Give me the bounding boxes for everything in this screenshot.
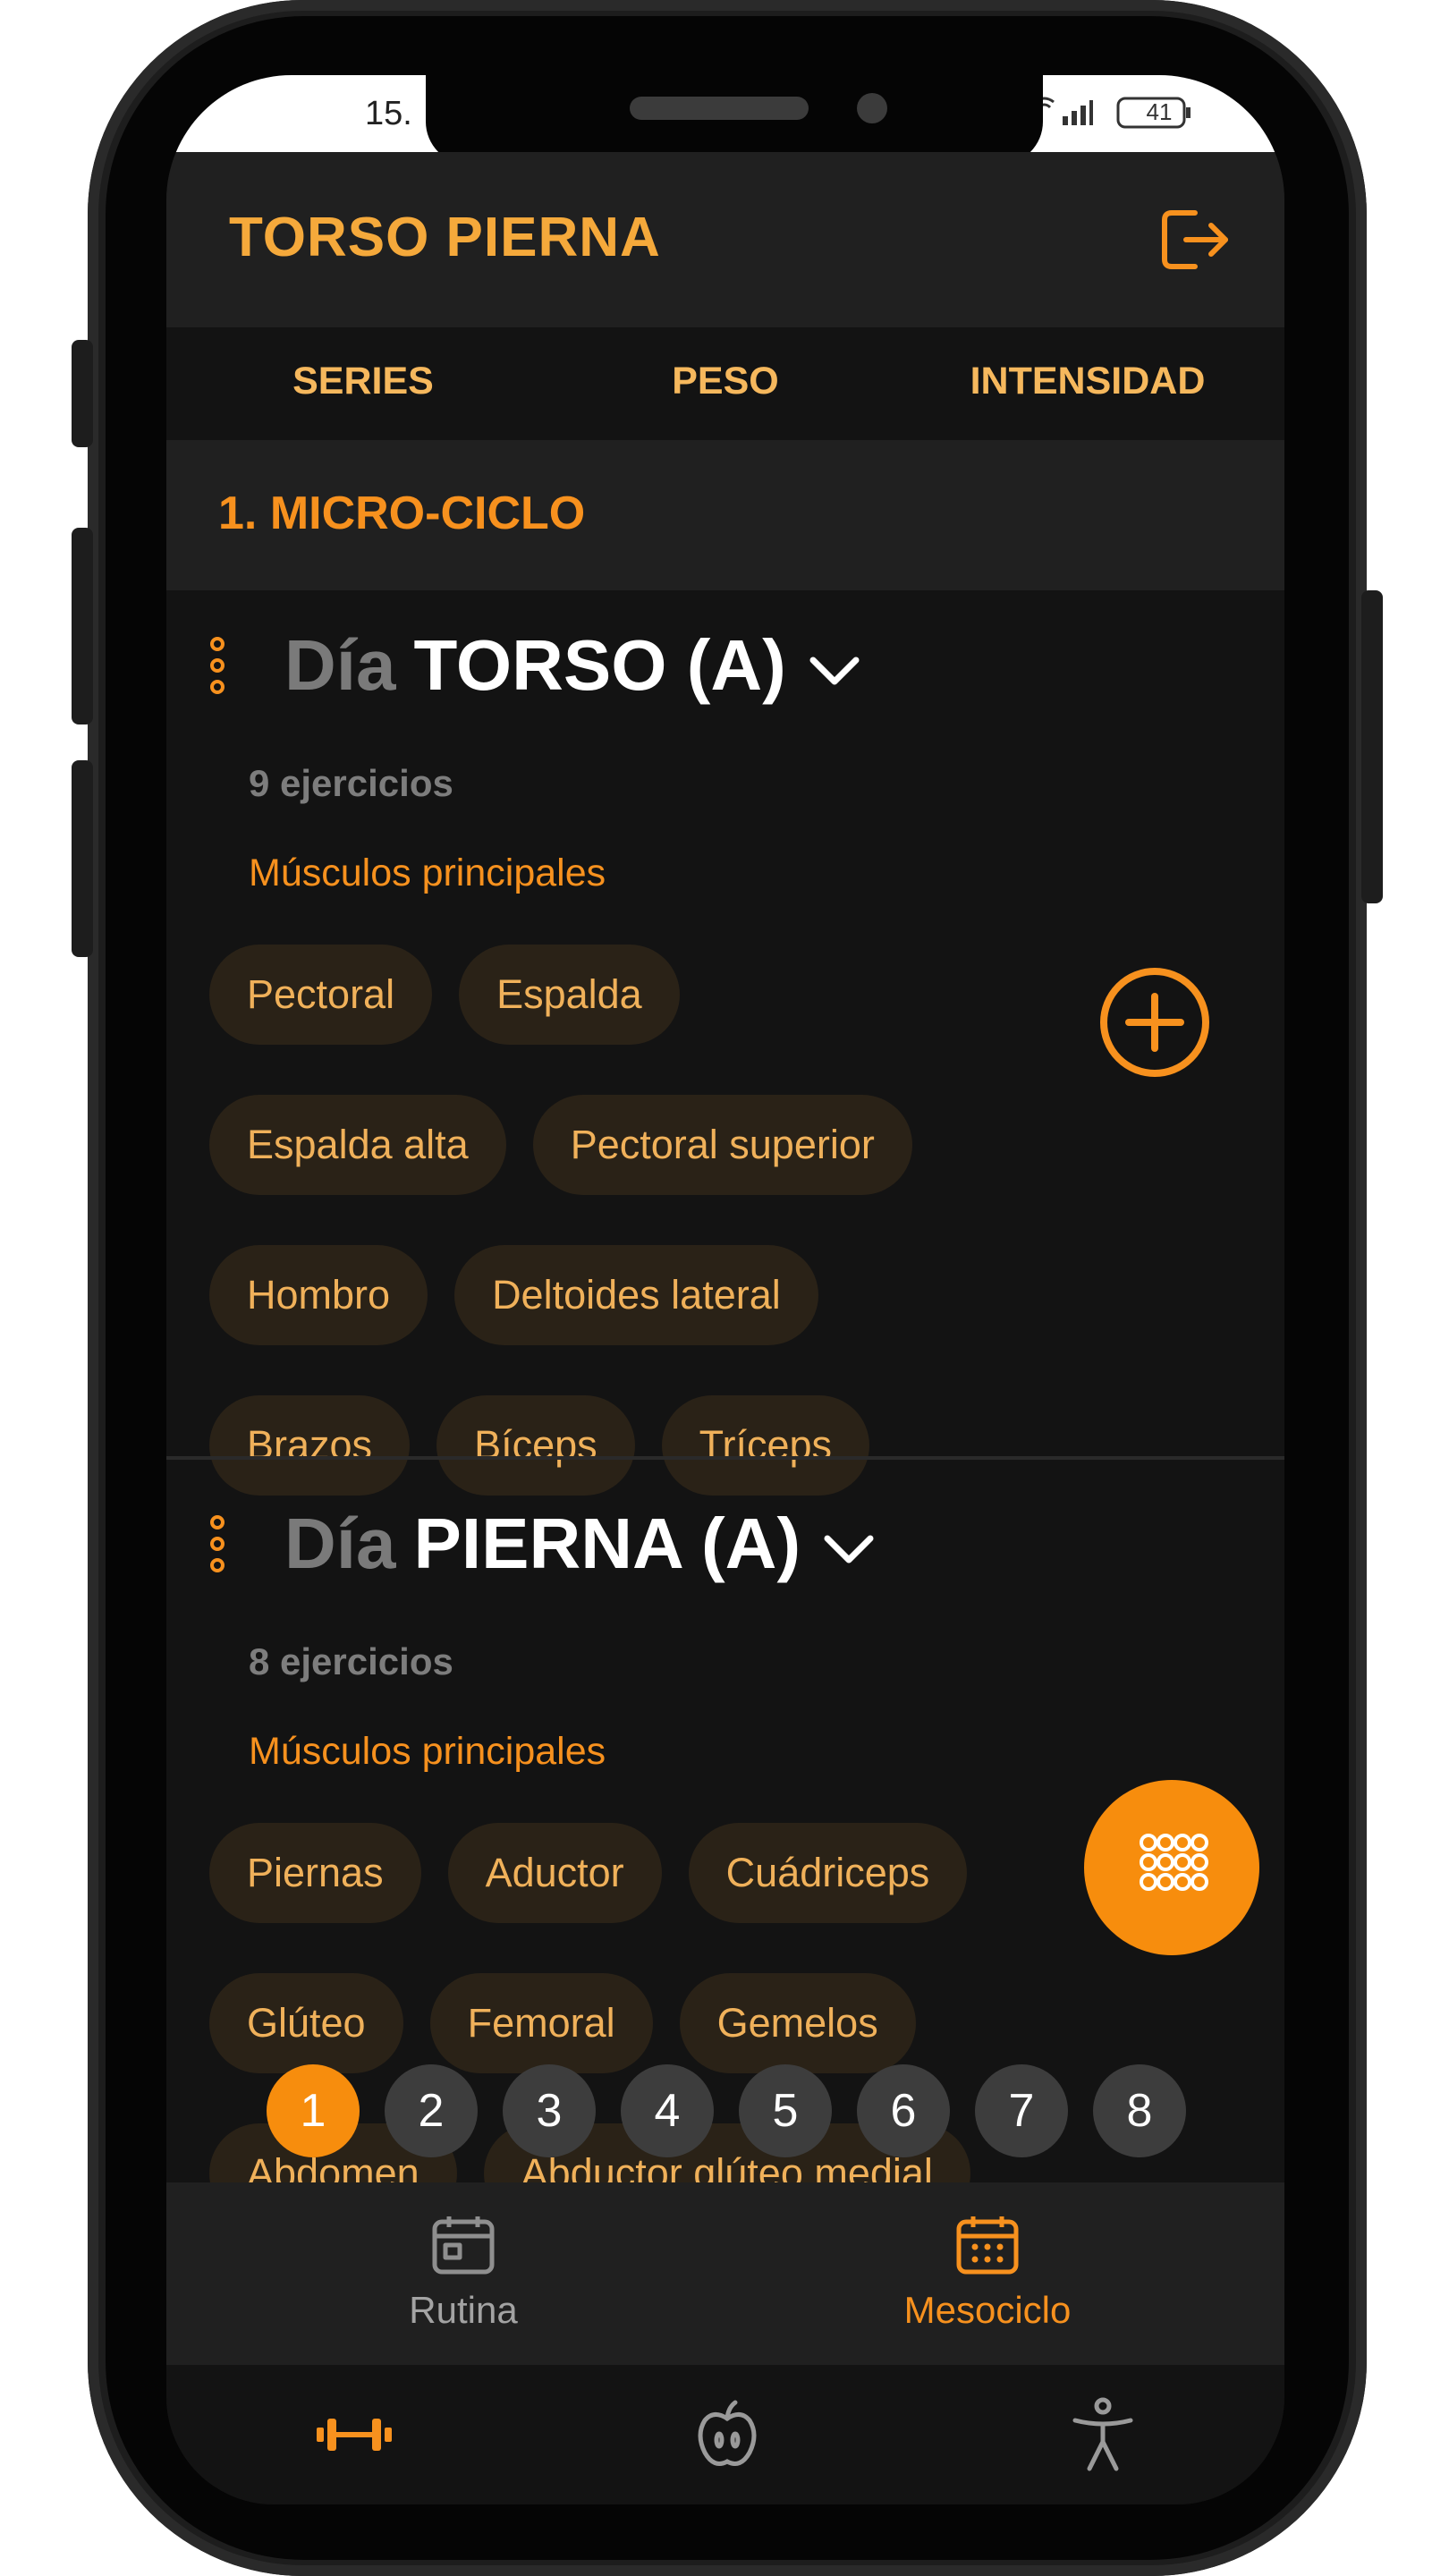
page-title: TORSO PIERNA [229, 207, 661, 268]
page-button[interactable]: 1 [267, 2064, 360, 2157]
sub-navigation: Rutina Mesociclo [166, 2182, 1284, 2365]
section-divider [166, 1456, 1284, 1460]
muscle-chip: Bíceps [436, 1395, 635, 1496]
page-button[interactable]: 5 [739, 2064, 832, 2157]
tab-series[interactable]: SERIES [184, 360, 542, 403]
dumbbell-icon[interactable] [317, 2415, 392, 2454]
muscles-label: Músculos principales [249, 1730, 606, 1773]
day-prefix: Día [284, 625, 396, 705]
menu-fab-button[interactable] [1084, 1780, 1259, 1955]
muscle-chip: Pectoral [209, 945, 433, 1045]
phone-side-button [72, 340, 93, 447]
logout-icon[interactable] [1159, 208, 1233, 272]
page-button[interactable]: 2 [385, 2064, 478, 2157]
page-button[interactable]: 7 [975, 2064, 1068, 2157]
calendar-grid-icon [956, 2216, 1019, 2275]
camera-notch [426, 75, 1043, 165]
front-camera [857, 93, 887, 123]
tab-bar: SERIES PESO INTENSIDAD [166, 327, 1284, 440]
chevron-down-icon[interactable] [808, 653, 861, 689]
accessibility-icon[interactable] [1072, 2397, 1134, 2472]
microcycle-header: 1. MICRO-CICLO [166, 440, 1284, 590]
nav-rutina[interactable]: Rutina [329, 2213, 597, 2332]
status-time: 15. [365, 95, 412, 132]
day-title[interactable]: Día TORSO (A) [284, 624, 861, 707]
page-button[interactable]: 8 [1093, 2064, 1186, 2157]
muscle-chip: Glúteo [209, 1973, 403, 2073]
phone-power-button [1361, 590, 1383, 903]
day-name: TORSO (A) [413, 625, 786, 705]
nav-label: Rutina [409, 2289, 518, 2331]
muscle-chip: Espalda [459, 945, 680, 1045]
page-button[interactable]: 3 [503, 2064, 596, 2157]
status-icons: 41 [1027, 93, 1206, 137]
muscles-label: Músculos principales [249, 852, 606, 894]
microcycle-title: 1. MICRO-CICLO [218, 487, 586, 539]
muscle-chip: Deltoides lateral [454, 1245, 818, 1345]
exercise-count: 9 ejercicios [249, 762, 453, 804]
page-button[interactable]: 6 [857, 2064, 950, 2157]
calendar-icon [432, 2216, 495, 2275]
speaker-grille [630, 97, 809, 120]
microcycle-pagination: 1 2 3 4 5 6 7 8 [166, 2064, 1284, 2161]
battery-level: 41 [1146, 98, 1173, 125]
app-header: TORSO PIERNA [166, 152, 1284, 327]
signal-icon [1063, 100, 1093, 125]
phone-side-button [72, 528, 93, 724]
day-prefix: Día [284, 1504, 396, 1583]
exercise-count: 8 ejercicios [249, 1640, 453, 1682]
muscle-chip: Gemelos [679, 1973, 916, 2073]
muscle-chip: Tríceps [661, 1395, 869, 1496]
day-title[interactable]: Día PIERNA (A) [284, 1503, 876, 1585]
muscle-chip: Hombro [209, 1245, 428, 1345]
chevron-down-icon[interactable] [822, 1531, 876, 1567]
muscle-chip: Brazos [209, 1395, 411, 1496]
add-exercise-icon[interactable] [1098, 966, 1211, 1079]
main-navigation [166, 2365, 1284, 2504]
phone-side-button [72, 760, 93, 957]
grid-dots-icon [1140, 1834, 1208, 1891]
more-options-icon[interactable] [204, 637, 231, 701]
muscle-chip: Femoral [429, 1973, 653, 2073]
muscle-chip-list: Pectoral Espalda Espalda alta Pectoral s… [209, 945, 996, 1496]
muscle-chip: Espalda alta [209, 1095, 506, 1195]
nav-mesociclo[interactable]: Mesociclo [853, 2213, 1122, 2332]
tab-peso[interactable]: PESO [547, 360, 904, 403]
nav-label: Mesociclo [903, 2289, 1072, 2331]
muscle-chip: Pectoral superior [532, 1095, 912, 1195]
app-screen: 15. 41 TORSO PIERNA SERIES PESO INTENSID… [166, 75, 1284, 2504]
day-name: PIERNA (A) [413, 1504, 801, 1583]
page-button[interactable]: 4 [621, 2064, 714, 2157]
muscle-chip-list: Piernas Aductor Cuádriceps Glúteo Femora… [209, 1823, 996, 2224]
muscle-chip: Aductor [447, 1823, 662, 1923]
more-options-icon[interactable] [204, 1515, 231, 1580]
muscle-chip: Cuádriceps [688, 1823, 968, 1923]
apple-icon[interactable] [696, 2399, 758, 2470]
muscle-chip: Piernas [209, 1823, 421, 1923]
tab-intensidad[interactable]: INTENSIDAD [909, 360, 1267, 403]
